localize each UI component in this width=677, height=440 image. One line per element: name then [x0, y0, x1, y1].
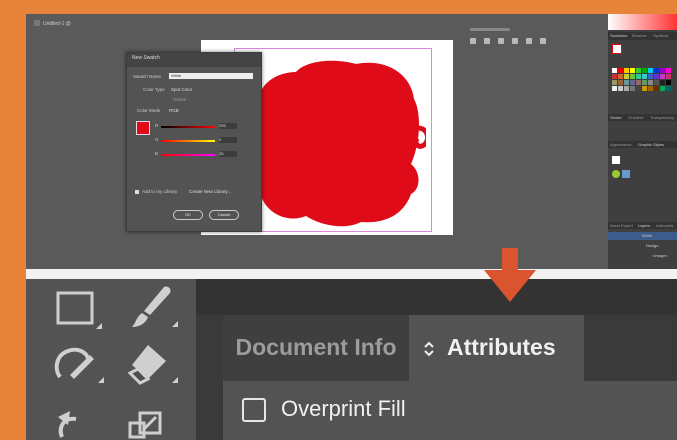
b-label: B [155, 151, 159, 156]
stroke-tabs: Stroke Gradient Transparency [608, 114, 677, 121]
global-checkbox-label[interactable]: Global [173, 97, 186, 102]
panel-top-strip [196, 279, 677, 315]
color-spectrum[interactable] [608, 14, 677, 30]
tab-stroke[interactable]: Stroke [610, 115, 622, 120]
appearance-tabs: Appearance Graphic Styles [608, 141, 677, 148]
document-tab[interactable]: Untitled-1 @ [34, 18, 134, 46]
library-select[interactable]: Create New Library... [189, 189, 231, 194]
g-label: G [155, 137, 159, 142]
layer-row[interactable]: <Image> [608, 252, 677, 260]
tools-panel [26, 279, 196, 440]
swatch-grid[interactable] [612, 68, 674, 104]
add-to-library-checkbox[interactable] [135, 190, 139, 194]
tab-asset-export[interactable]: Asset Export [610, 223, 633, 228]
rotate-tool-icon[interactable] [52, 407, 92, 440]
ok-button[interactable]: OK [173, 210, 203, 220]
layer-row[interactable]: White [608, 232, 677, 240]
paintbrush-tool-icon[interactable] [124, 285, 180, 331]
overprint-fill-checkbox[interactable] [242, 398, 266, 422]
layer-row[interactable]: Design [608, 242, 677, 250]
ruler-icon [470, 28, 510, 31]
dialog-title: New Swatch [127, 53, 261, 67]
eraser-tool-icon[interactable] [124, 339, 180, 387]
layer-name: <Image> [652, 253, 668, 258]
control-icons [466, 28, 576, 48]
tab-layers[interactable]: Layers [638, 223, 650, 228]
scale-tool-icon[interactable] [126, 411, 166, 440]
tab-artboards[interactable]: Artboards [656, 223, 673, 228]
fill-stroke-icon[interactable] [612, 44, 622, 54]
tab-swatches[interactable]: Swatches [610, 33, 627, 38]
overprint-fill-label: Overprint Fill [281, 396, 406, 421]
swatch-name-input[interactable]: White [169, 73, 253, 79]
new-swatch-dialog: New Swatch Swatch Name White Color Type … [126, 52, 262, 232]
red-shape[interactable] [236, 54, 426, 229]
tab-brushes[interactable]: Brushes [632, 33, 647, 38]
attributes-content: Overprint Fill [223, 381, 677, 440]
document-tab-label: Untitled-1 @ [43, 21, 71, 27]
updown-chevron-icon [424, 341, 434, 357]
color-mode-label: Color Mode [137, 108, 161, 113]
tab-graphic-styles[interactable]: Graphic Styles [638, 142, 664, 147]
tab-symbols[interactable]: Symbols [653, 33, 668, 38]
style-swatch[interactable] [612, 170, 620, 178]
b-slider[interactable] [161, 154, 215, 156]
layer-name: Design [646, 243, 659, 248]
color-type-select[interactable]: Spot Color [171, 87, 192, 92]
b-value[interactable]: 28 [219, 151, 237, 157]
tab-document-info-label: Document Info [235, 334, 397, 360]
add-to-library-label: Add to my Library [142, 189, 178, 194]
r-label: R [155, 123, 159, 128]
swatches-tabs: Swatches Brushes Symbols [608, 32, 677, 40]
right-panels: Swatches Brushes Symbols Stroke Gradient… [608, 14, 677, 269]
color-type-label: Color Type [143, 87, 165, 92]
swatch-preview [136, 121, 150, 135]
g-slider[interactable] [161, 140, 215, 142]
tab-document-info[interactable]: Document Info [223, 315, 409, 381]
align-icon[interactable] [512, 38, 518, 44]
layers-tabs: Asset Export Layers Artboards [608, 222, 677, 229]
r-slider[interactable] [161, 126, 215, 128]
rectangle-tool-icon[interactable] [56, 289, 104, 333]
swatch-name-label: Swatch Name [133, 74, 162, 79]
tab-gradient[interactable]: Gradient [628, 115, 643, 120]
align-icon[interactable] [484, 38, 490, 44]
tab-transparency[interactable]: Transparency [650, 115, 674, 120]
align-icon[interactable] [498, 38, 504, 44]
g-value[interactable]: 0 [219, 137, 237, 143]
tab-attributes[interactable]: Attributes [409, 315, 584, 381]
style-swatch[interactable] [622, 170, 630, 178]
align-icon[interactable] [470, 38, 476, 44]
shaper-tool-icon[interactable] [52, 341, 108, 387]
tab-appearance[interactable]: Appearance [610, 142, 632, 147]
layer-name: White [642, 233, 653, 238]
color-mode-select[interactable]: RGB [169, 108, 179, 113]
align-icon[interactable] [540, 38, 546, 44]
tab-attributes-label: Attributes [447, 334, 556, 360]
style-swatch[interactable] [612, 156, 620, 164]
align-icon[interactable] [526, 38, 532, 44]
illustrator-workspace: Untitled-1 @ New Swatch Swatch Name Whit… [26, 14, 677, 269]
attributes-zoom: Document Info Attributes Overprint Fill [26, 279, 677, 440]
divider [26, 269, 677, 279]
panel-area: Document Info Attributes Overprint Fill [196, 279, 677, 440]
document-icon [34, 20, 40, 26]
down-arrow-icon [484, 248, 536, 302]
cancel-button[interactable]: Cancel [209, 210, 239, 220]
r-value[interactable]: 255 [219, 123, 237, 129]
